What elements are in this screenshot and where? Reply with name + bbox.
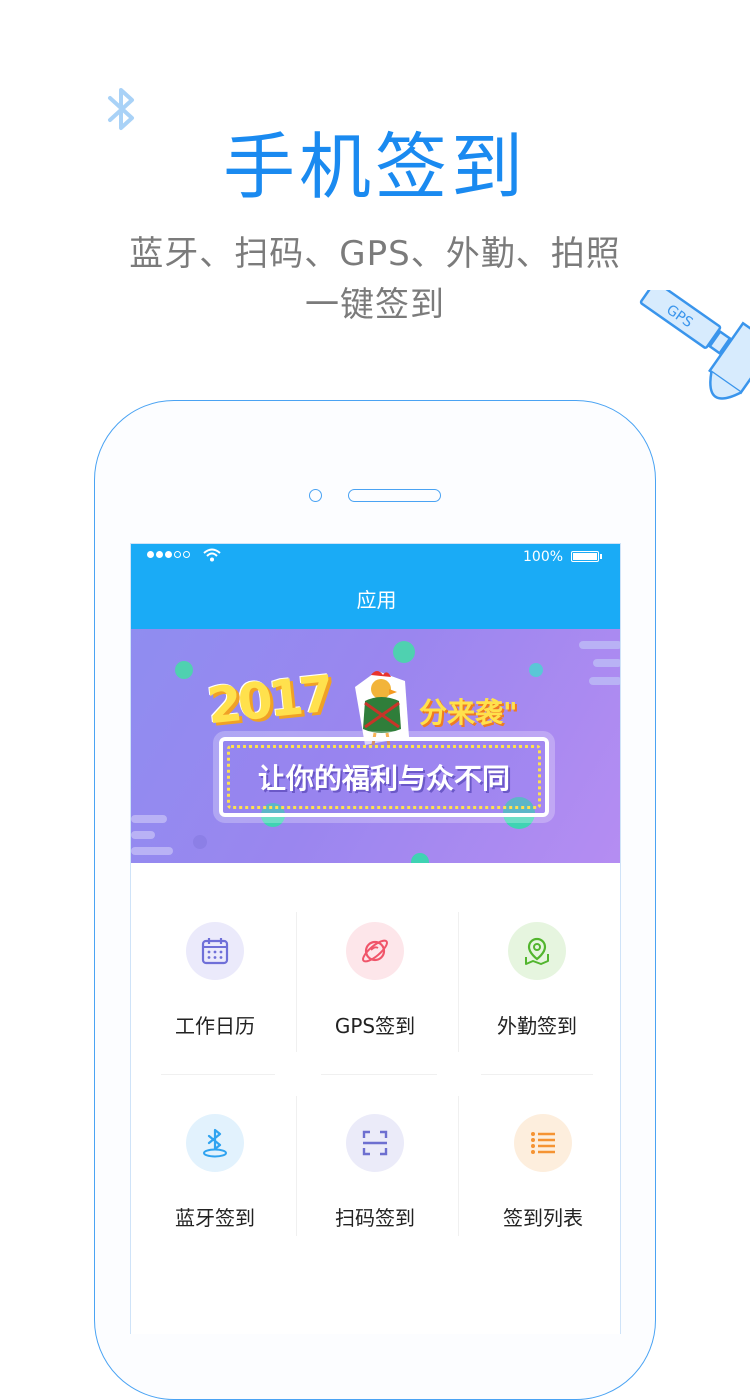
battery-tip <box>600 554 602 559</box>
icon-bg-planet <box>346 922 404 980</box>
nav-title: 应用 <box>131 572 620 629</box>
icon-bg-scan <box>346 1114 404 1172</box>
app-work-calendar[interactable]: 工作日历 <box>133 922 293 1072</box>
banner-stripe <box>593 659 620 667</box>
app-label: 工作日历 <box>175 1014 255 1038</box>
promo-banner[interactable]: 2017 分来袭" 让你的福利与众不同 <box>131 629 620 863</box>
hero-subtitle-line1: 蓝牙、扫码、GPS、外勤、拍照 <box>129 234 621 274</box>
banner-dot <box>393 641 415 663</box>
bluetooth-icon <box>203 1128 227 1158</box>
banner-stripe <box>589 677 620 685</box>
banner-stripe <box>579 641 620 649</box>
banner-dot <box>175 661 193 679</box>
app-label: 外勤签到 <box>497 1014 577 1038</box>
banner-dot <box>411 853 429 863</box>
banner-message: 让你的福利与众不同 <box>257 762 510 795</box>
signal-strength-icon <box>147 551 190 558</box>
banner-year: 2017 <box>204 664 333 736</box>
icon-bg-map <box>508 922 566 980</box>
app-bluetooth-checkin[interactable]: 蓝牙签到 <box>133 1114 293 1264</box>
banner-stripe <box>131 831 155 839</box>
banner-stripe <box>131 847 173 855</box>
app-checkin-list[interactable]: 签到列表 <box>461 1114 620 1264</box>
battery-percentage: 100% <box>523 549 564 565</box>
phone-screen: 100% 应用 2017 分来袭" 让你的福利与众不同 工作日历 GPS签到 外… <box>130 543 621 1334</box>
phone-speaker <box>348 489 441 502</box>
app-label: 扫码签到 <box>335 1206 415 1230</box>
phone-camera <box>309 489 322 502</box>
app-label: 签到列表 <box>503 1206 583 1230</box>
scan-icon <box>362 1130 388 1156</box>
wifi-icon <box>203 548 221 562</box>
banner-dot <box>193 835 207 849</box>
app-label: GPS签到 <box>334 1014 416 1038</box>
grid-divider-vertical <box>458 1096 459 1236</box>
gps-satellite-icon: GPS <box>639 290 750 400</box>
icon-bg-list <box>514 1114 572 1172</box>
bluetooth-decoration-icon <box>108 88 134 130</box>
grid-divider-horizontal <box>321 1074 437 1075</box>
app-gps-checkin[interactable]: GPS签到 <box>293 922 453 1072</box>
app-label: 蓝牙签到 <box>175 1206 255 1230</box>
grid-divider-horizontal <box>161 1074 275 1075</box>
icon-bg-bluetooth <box>186 1114 244 1172</box>
status-bar: 100% <box>131 544 620 572</box>
grid-divider-horizontal <box>481 1074 593 1075</box>
banner-stripe <box>131 815 167 823</box>
calendar-icon <box>201 938 229 965</box>
battery-icon <box>571 551 599 562</box>
app-field-checkin[interactable]: 外勤签到 <box>455 922 615 1072</box>
banner-dot <box>529 663 543 677</box>
list-icon <box>531 1132 555 1154</box>
icon-bg-calendar <box>186 922 244 980</box>
planet-icon <box>362 939 388 963</box>
app-scan-checkin[interactable]: 扫码签到 <box>293 1114 453 1264</box>
banner-tagline: 分来袭" <box>419 696 518 729</box>
map-pin-icon <box>525 937 549 965</box>
